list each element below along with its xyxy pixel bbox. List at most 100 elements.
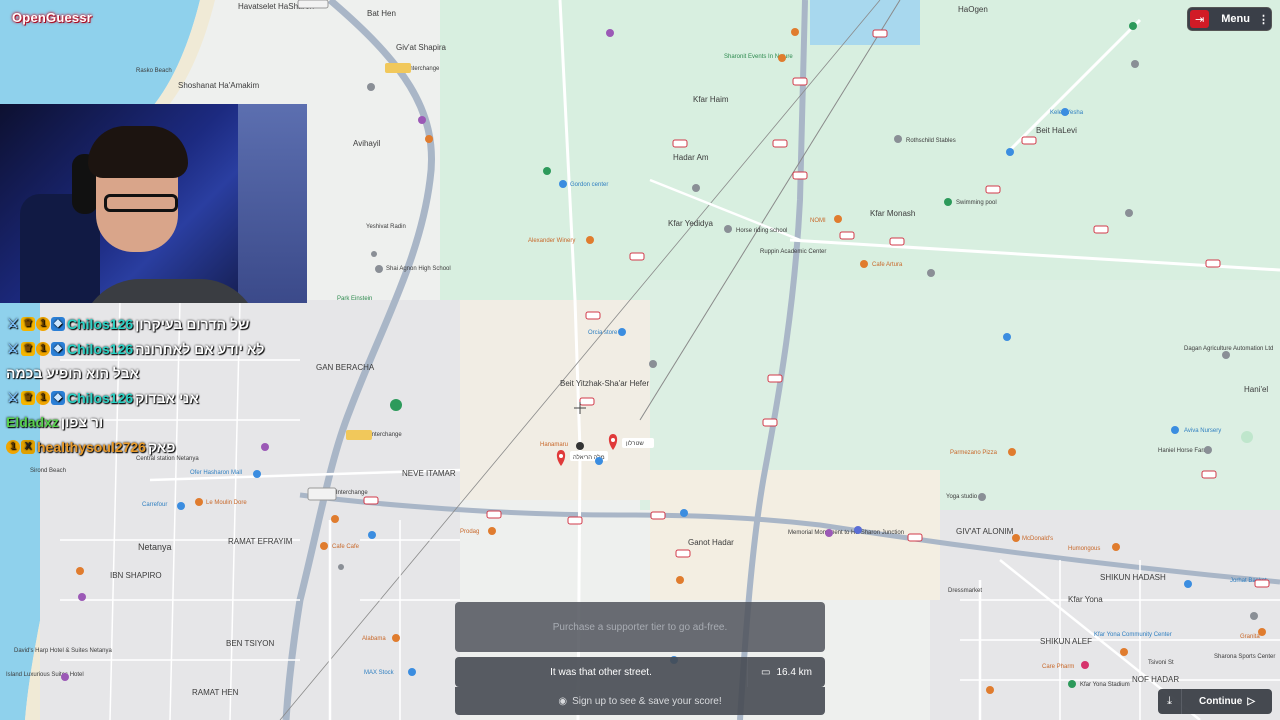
poi-marker: [927, 269, 935, 277]
cube-icon: ◆: [51, 317, 65, 332]
poi-marker: [978, 493, 986, 501]
poi-marker: [61, 673, 69, 681]
poi-marker: [368, 531, 376, 539]
town-label: IBN SHAPIRO: [110, 571, 162, 580]
poi-marker: [543, 167, 551, 175]
distance-value: 16.4 km: [776, 666, 813, 678]
result-message: It was that other street.: [550, 666, 652, 678]
poi-marker: [1204, 446, 1212, 454]
town-label: Kfar Yona: [1068, 595, 1103, 604]
top-menu-bar: ⇥ Menu ⋮: [1187, 7, 1272, 31]
ruler-icon: ▭: [760, 666, 771, 678]
poi-marker: [944, 198, 952, 206]
chat-text: פאק: [147, 438, 176, 455]
town-label: Beit HaLevi: [1036, 126, 1077, 135]
menu-label: Menu: [1221, 13, 1250, 25]
crown-icon: ♛: [21, 390, 35, 405]
town-label: Avihayil: [353, 139, 381, 148]
town-label: SHIKUN ALEF: [1040, 637, 1092, 646]
poi-marker: [1171, 426, 1179, 434]
openguessr-logo[interactable]: OpenGuessr: [12, 10, 92, 25]
poi-marker: [331, 515, 339, 523]
chat-username: Eldadxz: [6, 414, 59, 431]
sword-icon: ⚔: [7, 316, 19, 332]
poi-marker: [825, 529, 833, 537]
poi-label: Kfar Yona Stadium: [1080, 682, 1130, 688]
stream-chat-overlay: ⚔ ♛ 1 ◆ Chilos126 של הדרום בעיקרון ⚔ ♛ 1…: [6, 312, 306, 459]
poi-label: Rothschild Stables: [906, 138, 956, 144]
poi-marker: [367, 83, 375, 91]
poi-marker: [791, 28, 799, 36]
continue-button[interactable]: Continue ▷: [1182, 696, 1272, 707]
poi-marker: [606, 29, 614, 37]
poi-marker: [1129, 22, 1137, 30]
poi-label: Ofer Hasharon Mall: [190, 470, 242, 476]
chat-message: 1 X healthysoul2726 פאק: [6, 435, 306, 460]
sword-icon: ⚔: [7, 340, 19, 356]
poi-marker: [680, 509, 688, 517]
download-icon: ⤓: [1167, 695, 1172, 707]
poi-label: Dagan Agriculture Automation Ltd: [1184, 346, 1273, 352]
poi-marker: [425, 135, 433, 143]
poi-marker: [1258, 628, 1266, 636]
poi-label: Sharona Sports Center: [1214, 654, 1275, 660]
poi-marker: [195, 498, 203, 506]
chat-message: ⚔ ♛ 1 ◆ Chilos126 של הדרום בעיקרון: [6, 312, 306, 337]
town-label: SHIKUN HADASH: [1100, 573, 1166, 582]
town-label: Beit Yitzhak-Sha'ar Hefer: [560, 379, 649, 388]
chat-text: אבל הוא הופיע בכמה: [6, 365, 140, 382]
sword-icon: ⚔: [7, 389, 19, 405]
town-label: Ganot Hadar: [688, 538, 734, 547]
town-label: Kfar Monash: [870, 209, 915, 218]
distance-display: ▭ 16.4 km: [747, 657, 825, 687]
chat-text: ור צפון: [60, 414, 104, 431]
poi-marker: [1125, 209, 1133, 217]
poi-marker: [1184, 580, 1192, 588]
poi-label: David's Harp Hotel & Suites Netanya: [14, 648, 113, 654]
poi-marker: [1006, 148, 1014, 156]
poi-marker: [76, 567, 84, 575]
town-label: GIV'AT ALONIM: [956, 527, 1014, 536]
poi-label: Swimming pool: [956, 200, 997, 206]
poi-label: Island Luxurious Suites Hotel: [6, 672, 84, 678]
coin-icon: 1: [6, 439, 20, 454]
exit-button[interactable]: ⇥: [1190, 10, 1210, 28]
poi-marker: [371, 251, 377, 257]
chat-username: Chilos126: [67, 340, 134, 357]
ad-banner[interactable]: Purchase a supporter tier to go ad-free.: [455, 602, 825, 652]
download-button[interactable]: ⤓: [1158, 689, 1182, 714]
continue-label: Continue: [1198, 696, 1243, 707]
poi-label: Tsivoni St: [1148, 660, 1174, 666]
poi-marker: [559, 180, 567, 188]
town-label: HaOgen: [958, 5, 988, 14]
pin-label: שטרלון: [626, 439, 644, 447]
poi-label: MAX Stock: [364, 670, 395, 676]
chat-badges: ⚔ ♛ 1 ◆: [6, 340, 65, 356]
poi-marker: [1120, 648, 1128, 656]
menu-button[interactable]: Menu ⋮: [1213, 13, 1269, 26]
webcam-glasses: [104, 194, 178, 212]
poi-marker: [834, 215, 842, 223]
town-label: Bat Hen: [367, 9, 396, 18]
chat-badges: 1 X: [6, 439, 35, 454]
poi-label: Shai Agnon High School: [386, 266, 451, 272]
exit-icon: ⇥: [1195, 13, 1205, 26]
user-icon: ◉: [558, 695, 568, 707]
play-icon: ▷: [1247, 696, 1256, 707]
poi-label: Carrefour: [142, 502, 167, 508]
poi-marker: [78, 593, 86, 601]
poi-marker: [676, 576, 684, 584]
poi-label: Orcia store: [588, 330, 618, 336]
signup-text: Sign up to see & save your score!: [572, 695, 722, 707]
poi-marker: [586, 236, 594, 244]
signup-prompt[interactable]: ◉ Sign up to see & save your score!: [455, 687, 825, 715]
poi-label: Yeshivat Radin: [366, 224, 406, 230]
poi-label: Haniel Horse Farm: [1158, 448, 1208, 454]
chat-text: לא יודע אם לאחרונה: [135, 340, 265, 357]
poi-label: Aviva Nursery: [1184, 428, 1221, 434]
chat-message: ⚔ ♛ 1 ◆ Chilos126 לא יודע אם לאחרונה: [6, 337, 306, 362]
kebab-icon: ⋮: [1258, 13, 1269, 26]
poi-label: Parmezano Pizza: [950, 450, 998, 456]
coin-icon: 1: [36, 317, 50, 332]
poi-label: NOMI: [810, 218, 826, 224]
